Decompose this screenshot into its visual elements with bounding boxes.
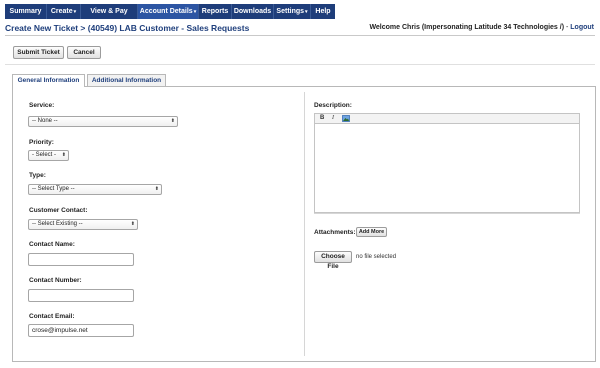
nav-reports[interactable]: Reports [199,4,232,19]
select-arrow-icon: ⬍ [61,152,66,158]
nav-downloads-label: Downloads [233,8,272,15]
tab-general-information[interactable]: General Information [12,74,85,87]
contact-email-label: Contact Email: [29,313,75,320]
contact-email-input[interactable]: crose@impulse.net [28,324,134,337]
tab-additional-information[interactable]: Additional Information [87,74,166,86]
toolbar-divider [5,64,595,65]
nav-create[interactable]: Create▾ [47,4,81,19]
attachments-label: Attachments: [314,229,356,236]
nav-create-label: Create [50,8,73,15]
select-arrow-icon: ⬍ [170,118,175,124]
nav-settings[interactable]: Settings▾ [274,4,311,19]
nav-help-label: Help [315,8,331,15]
contact-number-label: Contact Number: [29,277,82,284]
nav-account-details-label: Account Details [139,8,193,15]
type-label: Type: [29,172,46,179]
customer-contact-label: Customer Contact: [29,207,88,214]
type-select[interactable]: -- Select Type -- ⬍ [28,184,162,195]
priority-select-value: - Select - [32,152,57,158]
image-icon[interactable] [342,115,350,122]
nav-downloads[interactable]: Downloads [232,4,274,19]
nav-help[interactable]: Help [311,4,335,19]
contact-name-input[interactable] [28,253,134,266]
italic-button[interactable]: I [332,114,334,123]
priority-select[interactable]: - Select - ⬍ [28,150,69,161]
nav-view-pay-bills[interactable]: View & Pay Bills▾ [81,4,138,30]
column-divider [304,92,305,356]
nav-account-details[interactable]: Account Details▾ [138,4,199,19]
service-select-value: -- None -- [32,118,58,124]
file-status-text: no file selected [356,254,397,260]
select-arrow-icon: ⬍ [154,186,159,192]
chevron-down-icon: ▾ [73,9,77,15]
contact-name-label: Contact Name: [29,241,75,248]
add-more-button[interactable]: Add More [356,227,387,237]
nav-settings-label: Settings [276,8,305,15]
header-divider [5,35,595,36]
nav-summary-label: Summary [9,8,42,15]
submit-ticket-button[interactable]: Submit Ticket [13,46,64,59]
customer-contact-select-value: -- Select Existing -- [32,221,83,227]
service-select[interactable]: -- None -- ⬍ [28,116,178,127]
bold-button[interactable]: B [320,114,324,123]
description-label: Description: [314,102,352,109]
cancel-button[interactable]: Cancel [67,46,101,59]
editor-toolbar: B I [314,113,580,124]
contact-number-input[interactable] [28,289,134,302]
customer-contact-select[interactable]: -- Select Existing -- ⬍ [28,219,138,230]
description-editor[interactable] [314,113,580,213]
chevron-down-icon: ▾ [305,9,308,15]
type-select-value: -- Select Type -- [32,186,75,192]
welcome-message: Welcome Chris (Impersonating Latitude 34… [369,24,594,31]
priority-label: Priority: [29,139,54,146]
logout-link[interactable]: Logout [570,24,594,31]
nav-reports-label: Reports [201,8,229,15]
chevron-down-icon: ▾ [193,9,197,15]
service-label: Service: [29,102,55,109]
description-divider [314,213,580,214]
welcome-text: Welcome Chris (Impersonating Latitude 34… [369,24,565,31]
choose-file-button[interactable]: Choose File [314,251,352,270]
page-title: Create New Ticket > (40549) LAB Customer… [5,23,250,33]
select-arrow-icon: ⬍ [130,221,135,227]
nav-summary[interactable]: Summary [5,4,47,19]
